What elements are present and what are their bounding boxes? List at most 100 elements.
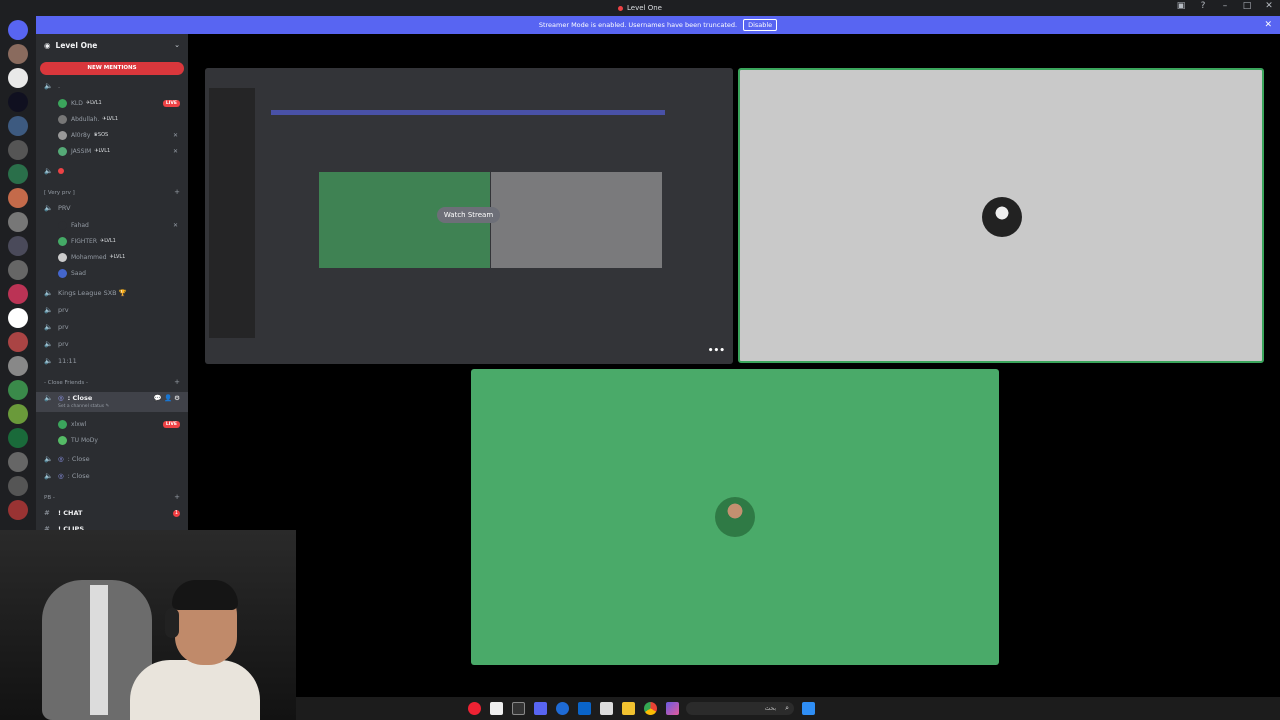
voice-user[interactable]: xlxwl LIVE	[36, 418, 188, 430]
maximize-button[interactable]: □	[1240, 1, 1254, 11]
channel-name: : Close	[67, 455, 90, 463]
channel-status[interactable]: Set a channel status ✎	[58, 404, 109, 409]
webcam-overlay	[0, 530, 296, 720]
screen-share-icon[interactable]: ▣	[1174, 1, 1188, 11]
live-badge: LIVE	[162, 99, 180, 107]
avatar	[58, 268, 67, 278]
server-icon[interactable]	[8, 68, 28, 88]
speaker-icon: 🔈	[44, 167, 53, 175]
user-name: FIGHTER	[71, 237, 98, 245]
discord-icon[interactable]	[534, 702, 547, 715]
speaker-icon: 🔈	[44, 340, 53, 348]
voice-user[interactable]: FIGHTER ✈LVL1	[36, 235, 188, 247]
speaker-icon: 🔈	[44, 472, 53, 480]
server-icon[interactable]	[8, 44, 28, 64]
live-badge: LIVE	[162, 420, 180, 428]
disable-streamer-mode-button[interactable]: Disable	[743, 19, 778, 31]
text-channel[interactable]: # ! CHAT 1	[36, 507, 188, 519]
add-channel-icon[interactable]: +	[174, 188, 180, 196]
banner-close-icon[interactable]: ✕	[1264, 20, 1272, 30]
server-icon[interactable]	[8, 164, 28, 184]
server-icon[interactable]	[8, 332, 28, 352]
channel-action-icons[interactable]: 💬 👤 ⚙	[154, 394, 180, 402]
store-icon[interactable]	[600, 702, 613, 715]
participant-tile[interactable]	[471, 369, 999, 665]
voice-user[interactable]: Fahad ✕	[36, 219, 188, 231]
voice-channel[interactable]: 🔈 ◎: Close	[36, 453, 188, 465]
app-icon[interactable]	[468, 702, 481, 715]
voice-user[interactable]: TU MoDy	[36, 434, 188, 446]
server-icon[interactable]	[8, 212, 28, 232]
voice-user[interactable]: Saad	[36, 267, 188, 279]
new-mentions-button[interactable]: NEW MENTIONS	[40, 62, 184, 75]
voice-channel[interactable]: 🔈 ◎: Close	[36, 470, 188, 482]
more-options-icon[interactable]: •••	[708, 346, 725, 356]
voice-channel[interactable]: 🔈 prv	[36, 321, 188, 333]
server-icon[interactable]	[8, 236, 28, 256]
voice-user[interactable]: Mohammed ✈LVL1	[36, 251, 188, 263]
channel-category[interactable]: PB -	[44, 495, 55, 501]
windows-start-icon[interactable]	[802, 702, 815, 715]
voice-user[interactable]: Al0r8y ♛SOS ✕	[36, 129, 188, 141]
guild-header[interactable]: ◉ Level One ⌄	[36, 34, 188, 56]
voice-channel[interactable]: 🔈	[36, 165, 188, 177]
add-channel-icon[interactable]: +	[174, 493, 180, 501]
server-icon[interactable]	[8, 284, 28, 304]
voice-channel[interactable]: 🔈 Kings League SXB 🏆	[36, 287, 188, 299]
chrome-icon[interactable]	[644, 702, 657, 715]
voice-channel[interactable]: 🔈 PRV	[36, 202, 188, 214]
voice-channel[interactable]: 🔈 prv	[36, 304, 188, 316]
server-icon[interactable]	[8, 380, 28, 400]
server-icon[interactable]	[8, 140, 28, 160]
server-icon[interactable]	[8, 404, 28, 424]
voice-channel[interactable]: 🔈 ◎: Close Set a channel status ✎ 💬 👤 ⚙	[36, 392, 188, 412]
voice-channel[interactable]: 🔈.	[36, 80, 188, 92]
user-name: Mohammed	[71, 253, 107, 261]
help-icon[interactable]: ?	[1196, 1, 1210, 11]
voice-channel[interactable]: 🔈 11:11	[36, 355, 188, 367]
close-button[interactable]: ✕	[1262, 1, 1276, 11]
stream-preview-banner	[271, 110, 665, 115]
server-icon[interactable]	[8, 476, 28, 496]
window-title: Level One	[618, 4, 662, 12]
app-icon[interactable]	[556, 702, 569, 715]
channel-category[interactable]: [ Very prv ]	[44, 190, 75, 196]
minimize-button[interactable]: –	[1218, 1, 1232, 11]
outlook-icon[interactable]	[578, 702, 591, 715]
voice-user[interactable]: Abdullah. ✈LVL1	[36, 113, 188, 125]
voice-user[interactable]: JASSIM ✈LVL1 ✕	[36, 145, 188, 157]
app-icon[interactable]	[512, 702, 525, 715]
folder-icon[interactable]	[622, 702, 635, 715]
app-icon[interactable]	[490, 702, 503, 715]
avatar	[58, 130, 67, 140]
user-name: Abdullah.	[71, 115, 100, 123]
server-icon[interactable]	[8, 188, 28, 208]
server-icon[interactable]	[8, 260, 28, 280]
server-icon[interactable]	[8, 428, 28, 448]
guild-name: Level One	[55, 40, 98, 50]
home-icon[interactable]	[8, 20, 28, 40]
watch-stream-button[interactable]: Watch Stream	[437, 207, 500, 223]
server-icon[interactable]	[8, 500, 28, 520]
app-icon[interactable]	[666, 702, 679, 715]
speaker-icon: 🔈	[44, 323, 53, 331]
taskbar-search-input[interactable]: بحث ⌕	[686, 702, 794, 715]
voice-user[interactable]: KLD ✈LVL1 LIVE	[36, 97, 188, 109]
server-icon[interactable]	[8, 356, 28, 376]
red-circle-icon	[58, 168, 64, 174]
add-channel-icon[interactable]: +	[174, 378, 180, 386]
channel-category[interactable]: - Close Friends -	[44, 380, 88, 386]
stream-tile[interactable]: Watch Stream •••	[205, 68, 733, 364]
avatar	[58, 419, 67, 429]
voice-channel[interactable]: 🔈 prv	[36, 338, 188, 350]
user-name: JASSIM	[71, 147, 92, 155]
server-icon[interactable]	[8, 308, 28, 328]
window-controls: ▣ ? – □ ✕	[1174, 1, 1276, 11]
avatar	[58, 146, 67, 156]
server-icon[interactable]	[8, 116, 28, 136]
user-name: Fahad	[71, 221, 89, 229]
participant-tile-speaking[interactable]	[738, 68, 1264, 363]
server-icon[interactable]	[8, 452, 28, 472]
server-icon[interactable]	[8, 92, 28, 112]
server-rail	[0, 16, 36, 536]
